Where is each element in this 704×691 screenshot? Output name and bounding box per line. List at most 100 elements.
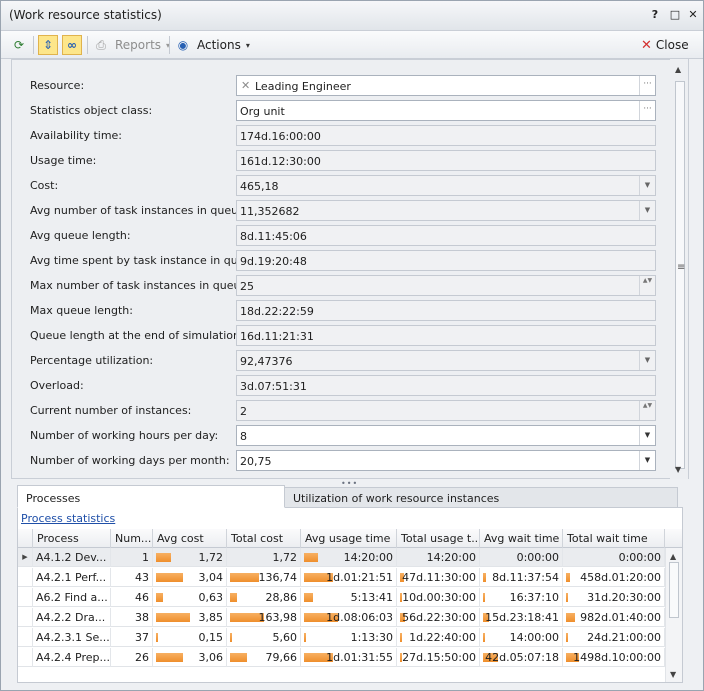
cell-process[interactable]: A4.2.1 Perf... [33, 568, 111, 587]
cell-num[interactable]: 1 [111, 548, 153, 567]
close-button[interactable]: ✕ Close [641, 34, 689, 56]
cell-avg-usage[interactable]: 14:20:00 [301, 548, 397, 567]
cell-avg-usage[interactable]: 1:13:30 [301, 628, 397, 647]
statistics-object-class-field[interactable]: Org unit ··· [236, 100, 656, 121]
cell-total-usage[interactable]: 1d.22:40:00 [397, 628, 480, 647]
reports-button[interactable]: ⎙ Reports ▾ [91, 34, 170, 56]
spin-buttons-icon[interactable]: ▲▼ [639, 276, 655, 295]
cell-num[interactable]: 37 [111, 628, 153, 647]
browse-icon[interactable]: ··· [639, 76, 655, 95]
cell-total-wait[interactable]: 982d.01:40:00 [563, 608, 665, 627]
cell-avg-cost[interactable]: 0,63 [153, 588, 227, 607]
table-row[interactable]: A4.2.1 Perf... 43 3,04 136,74 1d.01:21:51 47d… [18, 568, 682, 587]
queue-length-end-field[interactable]: 16d.11:21:31 [236, 325, 656, 346]
avg-queue-length-field[interactable]: 8d.11:45:06 [236, 225, 656, 246]
avg-time-in-queue-field[interactable]: 9d.19:20:48 [236, 250, 656, 271]
table-row[interactable]: A6.2 Find a... 46 0,63 28,86 5:13:41 10d.00:3… [18, 588, 682, 607]
cell-process[interactable]: A4.2.3.1 Se... [33, 628, 111, 647]
cell-total-cost[interactable]: 28,86 [227, 588, 301, 607]
cell-avg-wait[interactable]: 16:37:10 [480, 588, 563, 607]
max-queue-length-field[interactable]: 18d.22:22:59 [236, 300, 656, 321]
dropdown-arrow-icon[interactable]: ▼ [639, 176, 655, 195]
cell-total-usage[interactable]: 56d.22:30:00 [397, 608, 480, 627]
column-header[interactable]: Avg usage time [301, 529, 397, 548]
cell-avg-cost[interactable]: 3,85 [153, 608, 227, 627]
restore-icon[interactable]: □ [667, 7, 683, 23]
cell-avg-cost[interactable]: 0,15 [153, 628, 227, 647]
table-row[interactable]: A4.2.2 Dra... 38 3,85 163,98 1d.08:06:03 56d.… [18, 608, 682, 627]
cell-avg-cost[interactable]: 3,04 [153, 568, 227, 587]
cell-avg-wait[interactable]: 0:00:00 [480, 548, 563, 567]
scroll-thumb[interactable] [669, 562, 679, 618]
cell-avg-usage[interactable]: 5:13:41 [301, 588, 397, 607]
cell-num[interactable]: 26 [111, 648, 153, 667]
cell-num[interactable]: 46 [111, 588, 153, 607]
resource-field[interactable]: ✕ Leading Engineer ··· [236, 75, 656, 96]
avg-number-task-instances-field[interactable]: 11,352682 ▼ [236, 200, 656, 221]
column-header[interactable]: Avg wait time [480, 529, 563, 548]
cell-total-cost[interactable]: 79,66 [227, 648, 301, 667]
column-header[interactable]: Num... [111, 529, 153, 548]
cell-num[interactable]: 38 [111, 608, 153, 627]
browse-icon[interactable]: ··· [639, 101, 655, 120]
availability-time-field[interactable]: 174d.16:00:00 [236, 125, 656, 146]
table-row[interactable]: A4.2.4 Prep... 26 3,06 79,66 1d.01:31:55 27d.… [18, 648, 682, 667]
cell-total-usage[interactable]: 27d.15:50:00 [397, 648, 480, 667]
dropdown-arrow-icon[interactable]: ▼ [639, 201, 655, 220]
current-instances-field[interactable]: 2 ▲▼ [236, 400, 656, 421]
cell-total-wait[interactable]: 458d.01:20:00 [563, 568, 665, 587]
scroll-down-icon[interactable]: ▼ [670, 670, 676, 679]
cell-process[interactable]: A4.1.2 Dev... [33, 548, 111, 567]
cell-total-usage[interactable]: 14:20:00 [397, 548, 480, 567]
cost-field[interactable]: 465,18 ▼ [236, 175, 656, 196]
spin-buttons-icon[interactable]: ▲▼ [639, 401, 655, 420]
working-hours-field[interactable]: 8 ▼ [236, 425, 656, 446]
cell-total-cost[interactable]: 5,60 [227, 628, 301, 647]
sync-toggle-button[interactable]: ⇕ [38, 34, 58, 56]
cell-total-cost[interactable]: 136,74 [227, 568, 301, 587]
cell-process[interactable]: A6.2 Find a... [33, 588, 111, 607]
column-header[interactable]: Total cost [227, 529, 301, 548]
dropdown-arrow-icon[interactable]: ▼ [639, 451, 655, 470]
process-statistics-link[interactable]: Process statistics [21, 512, 115, 525]
dropdown-arrow-icon[interactable]: ▼ [639, 426, 655, 445]
cell-total-cost[interactable]: 163,98 [227, 608, 301, 627]
clear-icon[interactable]: ✕ [241, 79, 250, 92]
form-scrollbar[interactable]: ▲ ≡ ▼ [670, 59, 688, 479]
scroll-down-icon[interactable]: ▼ [675, 465, 681, 474]
column-header[interactable]: Total usage t... [397, 529, 480, 548]
dropdown-arrow-icon[interactable]: ▼ [639, 351, 655, 370]
cell-total-wait[interactable]: 0:00:00 [563, 548, 665, 567]
cell-process[interactable]: A4.2.2 Dra... [33, 608, 111, 627]
tab-utilization-instances[interactable]: Utilization of work resource instances [284, 487, 678, 508]
table-row[interactable]: A4.2.3.1 Se... 37 0,15 5,60 1:13:30 1d.22:40:… [18, 628, 682, 647]
cell-avg-wait[interactable]: 15d.23:18:41 [480, 608, 563, 627]
grid-scrollbar[interactable]: ▲ ▼ [665, 548, 682, 682]
column-header[interactable]: Avg cost [153, 529, 227, 548]
cell-total-wait[interactable]: 24d.21:00:00 [563, 628, 665, 647]
overload-field[interactable]: 3d.07:51:31 [236, 375, 656, 396]
column-header[interactable]: Process [33, 529, 111, 548]
help-icon[interactable]: ? [647, 7, 663, 23]
actions-button[interactable]: ◉ Actions ▾ [173, 34, 250, 56]
cell-total-usage[interactable]: 47d.11:30:00 [397, 568, 480, 587]
max-task-instances-field[interactable]: 25 ▲▼ [236, 275, 656, 296]
cell-avg-cost[interactable]: 1,72 [153, 548, 227, 567]
scroll-up-icon[interactable]: ▲ [675, 65, 681, 74]
close-window-icon[interactable]: ✕ [685, 7, 701, 23]
link-toggle-button[interactable]: ∞ [62, 34, 82, 56]
scroll-thumb[interactable]: ≡ [675, 81, 685, 469]
working-days-field[interactable]: 20,75 ▼ [236, 450, 656, 471]
usage-time-field[interactable]: 161d.12:30:00 [236, 150, 656, 171]
refresh-button[interactable]: ⟳ [9, 34, 29, 56]
cell-avg-usage[interactable]: 1d.08:06:03 [301, 608, 397, 627]
cell-avg-cost[interactable]: 3,06 [153, 648, 227, 667]
column-header[interactable]: Total wait time [563, 529, 665, 548]
cell-total-cost[interactable]: 1,72 [227, 548, 301, 567]
cell-total-wait[interactable]: 1498d.10:00:00 [563, 648, 665, 667]
cell-num[interactable]: 43 [111, 568, 153, 587]
cell-avg-wait[interactable]: 8d.11:37:54 [480, 568, 563, 587]
cell-process[interactable]: A4.2.4 Prep... [33, 648, 111, 667]
cell-avg-usage[interactable]: 1d.01:31:55 [301, 648, 397, 667]
cell-avg-wait[interactable]: 42d.05:07:18 [480, 648, 563, 667]
